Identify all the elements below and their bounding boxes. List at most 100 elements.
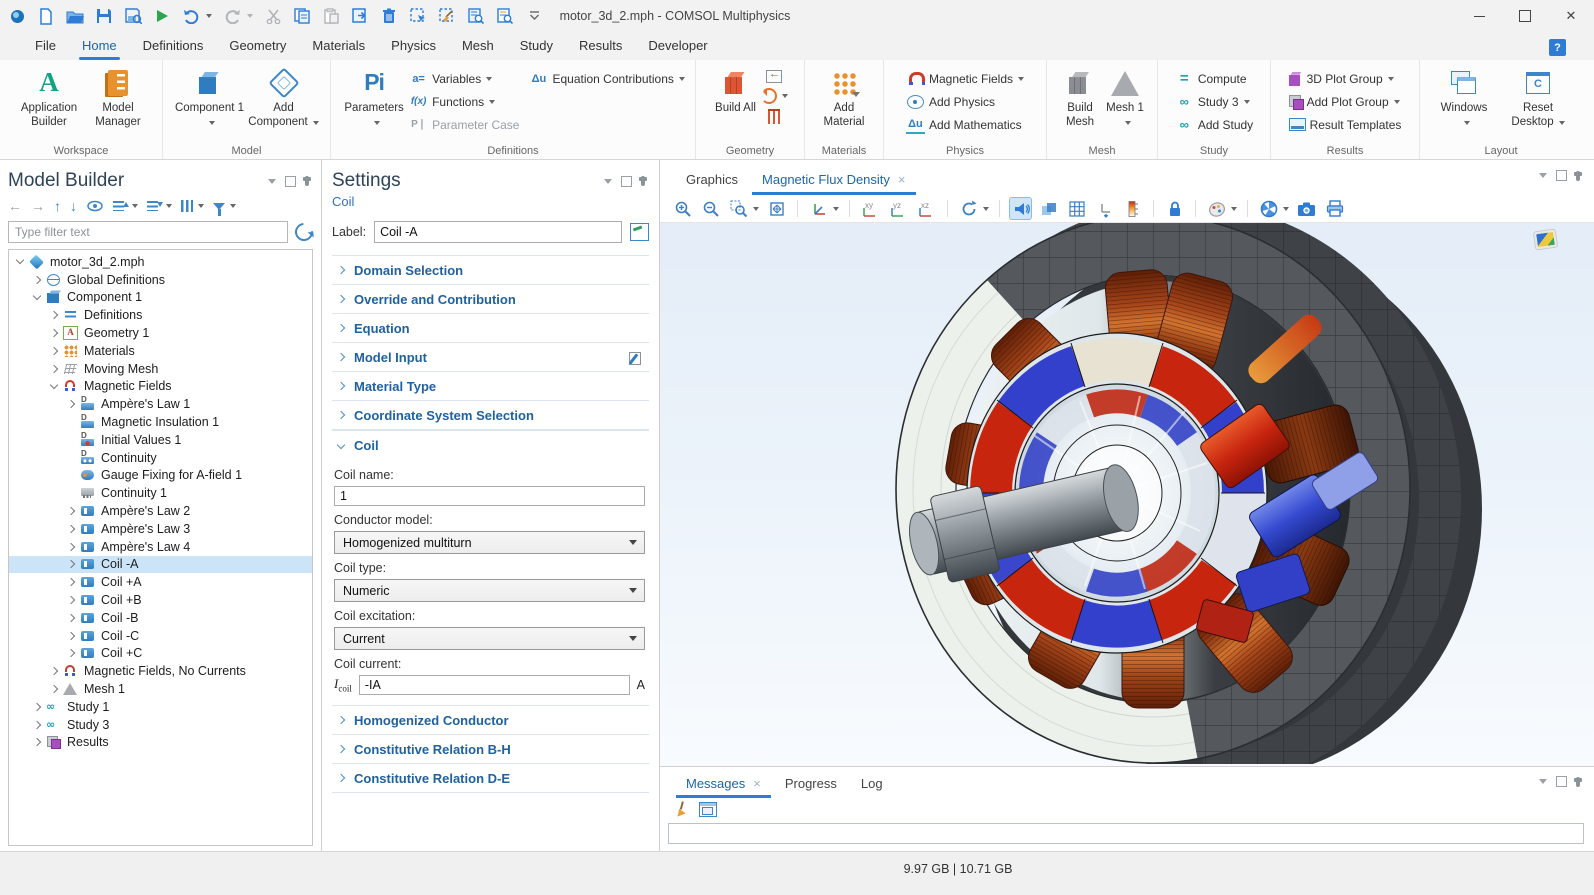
tree-node-study-3[interactable]: Study 3 — [9, 716, 312, 734]
chevron-down-icon[interactable] — [983, 207, 989, 211]
chevron-down-icon[interactable] — [833, 207, 839, 211]
scene-light-button[interactable] — [1010, 198, 1031, 219]
section-equation[interactable]: Equation — [332, 313, 649, 342]
menu-tab-home[interactable]: Home — [69, 33, 130, 60]
tree-node-component-1[interactable]: Component 1 — [9, 289, 312, 307]
tree-node-amp-re-s-law-1[interactable]: Ampère's Law 1 — [9, 395, 312, 413]
node-columns-button[interactable] — [181, 200, 193, 212]
coil-type-select[interactable]: Numeric — [334, 579, 645, 602]
panel-maximize-icon[interactable] — [1556, 776, 1567, 787]
collapse-icon[interactable] — [16, 256, 24, 264]
zoom-box-button[interactable] — [728, 198, 749, 219]
tree-node-initial-values-1[interactable]: Initial Values 1 — [9, 431, 312, 449]
add-component-button[interactable]: Add Component — [248, 65, 320, 129]
tree-node-coil-a[interactable]: Coil -A — [9, 556, 312, 574]
find-button[interactable] — [467, 7, 485, 25]
section-material-type[interactable]: Material Type — [332, 371, 649, 400]
chevron-down-icon[interactable] — [1283, 207, 1289, 211]
expand-icon[interactable] — [33, 720, 41, 728]
undo-button[interactable] — [182, 7, 200, 25]
move-down-button[interactable]: ↓ — [70, 199, 77, 213]
copy-button[interactable] — [293, 7, 311, 25]
expand-icon[interactable] — [33, 275, 41, 283]
add-plot-group-button[interactable]: Add Plot Group — [1289, 90, 1402, 113]
tree-node-magnetic-insulation-1[interactable]: Magnetic Insulation 1 — [9, 413, 312, 431]
chevron-down-icon[interactable] — [166, 204, 172, 208]
result-templates-button[interactable]: Result Templates — [1289, 113, 1402, 136]
compute-button[interactable]: Compute — [1175, 67, 1253, 90]
study-3-button[interactable]: Study 3 — [1175, 90, 1253, 113]
expand-icon[interactable] — [67, 649, 75, 657]
show-hide-button[interactable] — [86, 200, 104, 212]
tree-node-amp-re-s-law-4[interactable]: Ampère's Law 4 — [9, 538, 312, 556]
tree-node-gauge-fixing-for-a-field-1[interactable]: Gauge Fixing for A-field 1 — [9, 467, 312, 485]
expand-icon[interactable] — [50, 329, 58, 337]
help-button[interactable]: ? — [1549, 39, 1566, 56]
expand-all-button[interactable] — [113, 200, 127, 212]
panel-menu-icon[interactable] — [604, 179, 612, 184]
duplicate-button[interactable] — [351, 7, 369, 25]
variables-button[interactable]: Variables — [409, 67, 519, 90]
select-box-button[interactable] — [409, 7, 427, 25]
chevron-down-icon[interactable] — [198, 204, 204, 208]
section-override-and-contribution[interactable]: Override and Contribution — [332, 284, 649, 313]
transparency-button[interactable] — [1038, 198, 1059, 219]
image-snapshot-button[interactable] — [1296, 198, 1317, 219]
zoom-in-button[interactable] — [672, 198, 693, 219]
menu-tab-definitions[interactable]: Definitions — [130, 33, 217, 60]
color-legend-button[interactable] — [1122, 198, 1143, 219]
conductor-model-select[interactable]: Homogenized multiturn — [334, 531, 645, 554]
graphics-tab-magnetic-flux-density[interactable]: Magnetic Flux Density× — [750, 166, 917, 195]
collapse-icon[interactable] — [50, 381, 58, 389]
tree-node-coil-c[interactable]: Coil -C — [9, 627, 312, 645]
component-1-button[interactable]: Component 1 — [174, 65, 246, 129]
tree-node-amp-re-s-law-3[interactable]: Ampère's Law 3 — [9, 520, 312, 538]
expand-icon[interactable] — [67, 578, 75, 586]
tree-node-magnetic-fields[interactable]: Magnetic Fields — [9, 378, 312, 396]
default-view-button[interactable] — [808, 198, 829, 219]
view-xz-button[interactable]: xz — [916, 198, 937, 219]
tree-node-continuity-1[interactable]: Continuity 1 — [9, 484, 312, 502]
panel-menu-icon[interactable] — [1539, 173, 1547, 178]
add-mathematics-button[interactable]: Add Mathematics — [906, 113, 1024, 136]
menu-tab-file[interactable]: File — [22, 33, 69, 60]
expand-icon[interactable] — [67, 507, 75, 515]
new-file-button[interactable] — [37, 7, 55, 25]
panel-maximize-icon[interactable] — [285, 176, 296, 187]
tree-node-coil-b[interactable]: Coil +B — [9, 591, 312, 609]
application-builder-button[interactable]: A Application Builder — [13, 65, 85, 129]
expand-icon[interactable] — [67, 542, 75, 550]
panel-menu-icon[interactable] — [268, 179, 276, 184]
menu-tab-study[interactable]: Study — [507, 33, 566, 60]
graphics-canvas[interactable] — [660, 222, 1594, 766]
expand-icon[interactable] — [33, 703, 41, 711]
menu-tab-developer[interactable]: Developer — [635, 33, 720, 60]
section-constitutive-relation-d-e[interactable]: Constitutive Relation D-E — [332, 763, 649, 793]
expand-icon[interactable] — [50, 347, 58, 355]
build-all-button[interactable]: Build All — [713, 65, 759, 116]
view-yz-button[interactable]: yz — [888, 198, 909, 219]
panel-pin-icon[interactable] — [1576, 777, 1580, 787]
chevron-down-icon[interactable] — [1231, 207, 1237, 211]
tree-node-materials[interactable]: Materials — [9, 342, 312, 360]
chevron-down-icon[interactable] — [230, 204, 236, 208]
lock-button[interactable] — [1164, 198, 1185, 219]
paste-button[interactable] — [322, 7, 340, 25]
redo-button[interactable] — [223, 7, 241, 25]
chevron-down-icon[interactable] — [753, 207, 759, 211]
panel-maximize-icon[interactable] — [1556, 170, 1567, 181]
tree-node-geometry-1[interactable]: Geometry 1 — [9, 324, 312, 342]
panel-pin-icon[interactable] — [1576, 171, 1580, 181]
messages-new-window-button[interactable] — [699, 802, 717, 817]
menu-tab-materials[interactable]: Materials — [299, 33, 378, 60]
add-material-button[interactable]: Add Material — [815, 65, 873, 129]
expand-icon[interactable] — [67, 560, 75, 568]
redo-dropdown-icon[interactable] — [247, 14, 253, 18]
tree-node-coil-c[interactable]: Coil +C — [9, 645, 312, 663]
add-study-button[interactable]: Add Study — [1175, 113, 1253, 136]
rotate-view-button[interactable] — [958, 198, 979, 219]
menu-tab-geometry[interactable]: Geometry — [216, 33, 299, 60]
delete-button[interactable] — [380, 7, 398, 25]
panel-pin-icon[interactable] — [641, 176, 645, 186]
mesh-1-button[interactable]: Mesh 1 — [1104, 65, 1146, 129]
